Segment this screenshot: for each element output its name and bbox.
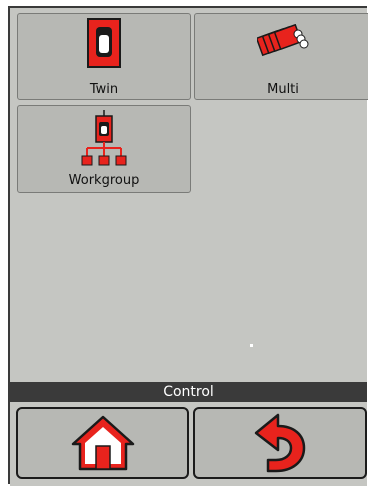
multi-label: Multi [267, 82, 299, 97]
control-screen: Twin Multi Workgroup Control [8, 6, 368, 486]
workgroup-tile[interactable]: Workgroup [17, 105, 191, 193]
control-title: Control [163, 384, 214, 400]
bottom-nav [10, 402, 367, 486]
home-button[interactable] [16, 407, 189, 479]
multi-tile[interactable]: Multi [194, 13, 368, 100]
twin-tile[interactable]: Twin [17, 13, 191, 100]
stacked-handsets-icon [255, 23, 309, 64]
back-button[interactable] [193, 407, 367, 479]
control-title-bar: Control [10, 382, 367, 402]
workgroup-label: Workgroup [68, 173, 140, 188]
workgroup-tree-icon [81, 110, 127, 172]
pointer-dot [250, 344, 253, 347]
handset-icon [87, 18, 121, 72]
twin-label: Twin [89, 82, 119, 97]
